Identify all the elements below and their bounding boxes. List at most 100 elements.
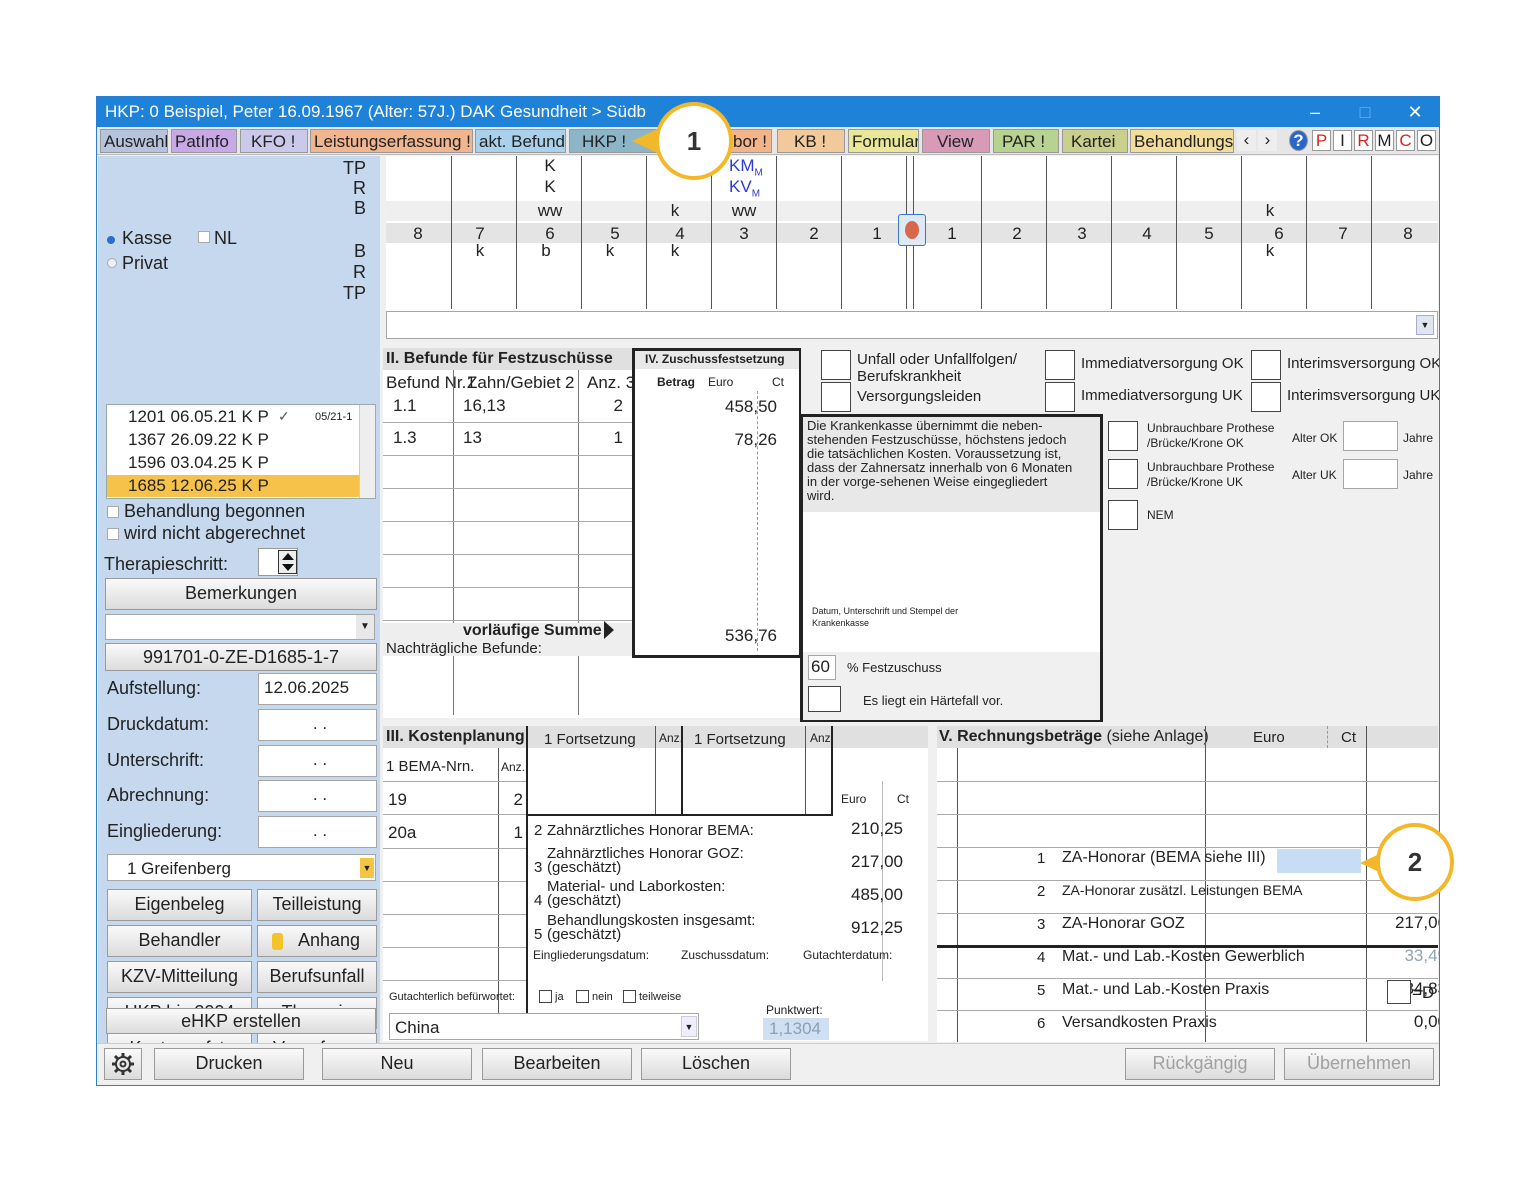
dropdown-arrow-icon[interactable]: ▼ bbox=[356, 615, 374, 639]
plan-km-13[interactable]: KMM bbox=[729, 156, 763, 178]
location-select[interactable]: 1 Greifenberg bbox=[107, 854, 376, 881]
list-item[interactable]: 1201 06.05.21 K P ✓ 05/21-1 bbox=[107, 406, 359, 428]
tooth-28[interactable]: 8 bbox=[1398, 224, 1418, 244]
befund-k-17[interactable]: k bbox=[470, 241, 490, 261]
nem-checkbox[interactable] bbox=[1108, 500, 1138, 530]
bema-anz[interactable]: 1 bbox=[493, 823, 523, 843]
list-item[interactable]: 1367 26.09.22 K P bbox=[107, 429, 359, 451]
rueckgaengig-button[interactable]: Rückgängig bbox=[1125, 1048, 1275, 1080]
tab-formular[interactable]: Formular bbox=[848, 129, 919, 153]
befund-b-16[interactable]: b bbox=[536, 241, 556, 261]
befund-k-26[interactable]: k bbox=[1260, 241, 1280, 261]
plan-kv-13[interactable]: KVM bbox=[729, 177, 760, 199]
plan-k-16[interactable]: K bbox=[540, 156, 560, 176]
tooth-22[interactable]: 2 bbox=[1007, 224, 1027, 244]
m-button[interactable]: M bbox=[1375, 130, 1394, 151]
stepper-arrows-icon[interactable] bbox=[278, 550, 297, 574]
befund-anz[interactable]: 1 bbox=[583, 428, 623, 448]
befund-k-26[interactable]: k bbox=[1260, 201, 1280, 221]
bema-nr[interactable]: 20a bbox=[388, 823, 416, 843]
befund-ww-13[interactable]: ww bbox=[729, 201, 759, 221]
loeschen-button[interactable]: Löschen bbox=[641, 1048, 791, 1080]
list-item[interactable]: 1596 03.04.25 K P bbox=[107, 452, 359, 474]
befund-nr[interactable]: 1.1 bbox=[393, 396, 417, 416]
plan-k2-16[interactable]: K bbox=[540, 177, 560, 197]
befund-zahn[interactable]: 16,13 bbox=[463, 396, 506, 416]
unfall-checkbox[interactable] bbox=[821, 350, 851, 380]
bemerkung-select[interactable]: ▼ bbox=[105, 614, 375, 640]
tooth-18[interactable]: 8 bbox=[408, 224, 428, 244]
chart-notes-field[interactable]: ▼ bbox=[386, 311, 1438, 339]
teilleistung-button[interactable]: Teilleistung bbox=[257, 889, 377, 921]
tab-auswahl[interactable]: Auswahl bbox=[100, 129, 168, 153]
bema-nr[interactable]: 19 bbox=[388, 790, 407, 810]
r-button[interactable]: R bbox=[1354, 130, 1373, 151]
drucken-button[interactable]: Drucken bbox=[154, 1048, 304, 1080]
tab-kb[interactable]: KB ! bbox=[777, 129, 845, 153]
dropdown-arrow-icon[interactable]: ▼ bbox=[360, 858, 374, 878]
nein-checkbox[interactable] bbox=[576, 990, 589, 1003]
list-item-selected[interactable]: 1685 12.06.25 K P bbox=[107, 475, 359, 497]
help-icon[interactable]: ? bbox=[1289, 130, 1308, 151]
befund-k-14[interactable]: k bbox=[665, 241, 685, 261]
midline-marker[interactable] bbox=[898, 214, 926, 246]
rechnung-row-value[interactable]: 0,00 bbox=[1357, 1012, 1439, 1032]
minimize-button[interactable]: – bbox=[1295, 99, 1335, 125]
rechnung-row-value[interactable]: 33,49 bbox=[1357, 946, 1439, 966]
tab-behandlungs[interactable]: Behandlungs bbox=[1130, 129, 1234, 153]
befund-k-14[interactable]: k bbox=[665, 201, 685, 221]
aufstellung-field[interactable]: 12.06.2025 bbox=[258, 673, 377, 705]
unbrauchbar-ok-checkbox[interactable] bbox=[1108, 421, 1138, 451]
immediat-ok-checkbox[interactable] bbox=[1045, 350, 1075, 380]
maximize-button[interactable]: □ bbox=[1345, 99, 1385, 125]
tab-patinfo[interactable]: PatInfo bbox=[171, 129, 237, 153]
befund-zahn[interactable]: 13 bbox=[463, 428, 482, 448]
alter-ok-field[interactable] bbox=[1343, 421, 1398, 451]
befund-nr[interactable]: 1.3 bbox=[393, 428, 417, 448]
tooth-24[interactable]: 4 bbox=[1137, 224, 1157, 244]
bearbeiten-button[interactable]: Bearbeiten bbox=[482, 1048, 632, 1080]
tooth-12[interactable]: 2 bbox=[804, 224, 824, 244]
eigenbeleg-button[interactable]: Eigenbeleg bbox=[107, 889, 252, 921]
list-scrollbar[interactable] bbox=[359, 405, 375, 498]
settings-gear-icon[interactable] bbox=[104, 1048, 142, 1080]
nl-checkbox[interactable] bbox=[198, 231, 210, 243]
interims-uk-checkbox[interactable] bbox=[1251, 382, 1281, 412]
unterschrift-field[interactable]: . . bbox=[258, 745, 377, 777]
tab-leistungserfassung[interactable]: Leistungserfassung ! bbox=[310, 129, 473, 153]
tab-kfo[interactable]: KFO ! bbox=[240, 129, 308, 153]
land-select[interactable]: China bbox=[389, 1013, 699, 1040]
i-button[interactable]: I bbox=[1333, 130, 1352, 151]
tooth-11[interactable]: 1 bbox=[867, 224, 887, 244]
dropdown-arrow-icon[interactable]: ▼ bbox=[1416, 315, 1434, 335]
tooth-25[interactable]: 5 bbox=[1199, 224, 1219, 244]
tooth-21[interactable]: 1 bbox=[942, 224, 962, 244]
festzuschuss-pct-field[interactable]: 60 bbox=[808, 655, 836, 680]
befund-anz[interactable]: 2 bbox=[583, 396, 623, 416]
tooth-23[interactable]: 3 bbox=[1072, 224, 1092, 244]
tab-par[interactable]: PAR ! bbox=[993, 129, 1059, 153]
anhang-button[interactable]: Anhang bbox=[257, 925, 377, 957]
tab-scroll-right[interactable]: › bbox=[1258, 130, 1277, 151]
tab-akt-befund[interactable]: akt. Befund bbox=[475, 129, 566, 153]
ja-checkbox[interactable] bbox=[539, 990, 552, 1003]
befund-ww-16[interactable]: ww bbox=[535, 201, 565, 221]
tab-kartei[interactable]: Kartei bbox=[1062, 129, 1128, 153]
alter-uk-field[interactable] bbox=[1343, 459, 1398, 489]
behandlung-begonnen-checkbox[interactable] bbox=[107, 506, 119, 518]
nicht-abgerechnet-checkbox[interactable] bbox=[107, 528, 119, 540]
kzv-mitteilung-button[interactable]: KZV-Mitteilung bbox=[107, 961, 252, 993]
therapieschritt-stepper[interactable] bbox=[258, 548, 298, 576]
neu-button[interactable]: Neu bbox=[322, 1048, 472, 1080]
d-checkbox[interactable] bbox=[1387, 980, 1411, 1004]
c-button[interactable]: C bbox=[1396, 130, 1415, 151]
p-button[interactable]: P bbox=[1312, 130, 1331, 151]
teilweise-checkbox[interactable] bbox=[623, 990, 636, 1003]
druckdatum-field[interactable]: . . bbox=[258, 709, 377, 741]
unbrauchbar-uk-checkbox[interactable] bbox=[1108, 459, 1138, 489]
berufsunfall-button[interactable]: Berufsunfall bbox=[257, 961, 377, 993]
tab-view[interactable]: View bbox=[922, 129, 990, 153]
rechnung-row-value[interactable]: 217,06 bbox=[1357, 913, 1439, 933]
bemerkungen-button[interactable]: Bemerkungen bbox=[105, 578, 377, 610]
versorgungsleiden-checkbox[interactable] bbox=[821, 382, 851, 412]
